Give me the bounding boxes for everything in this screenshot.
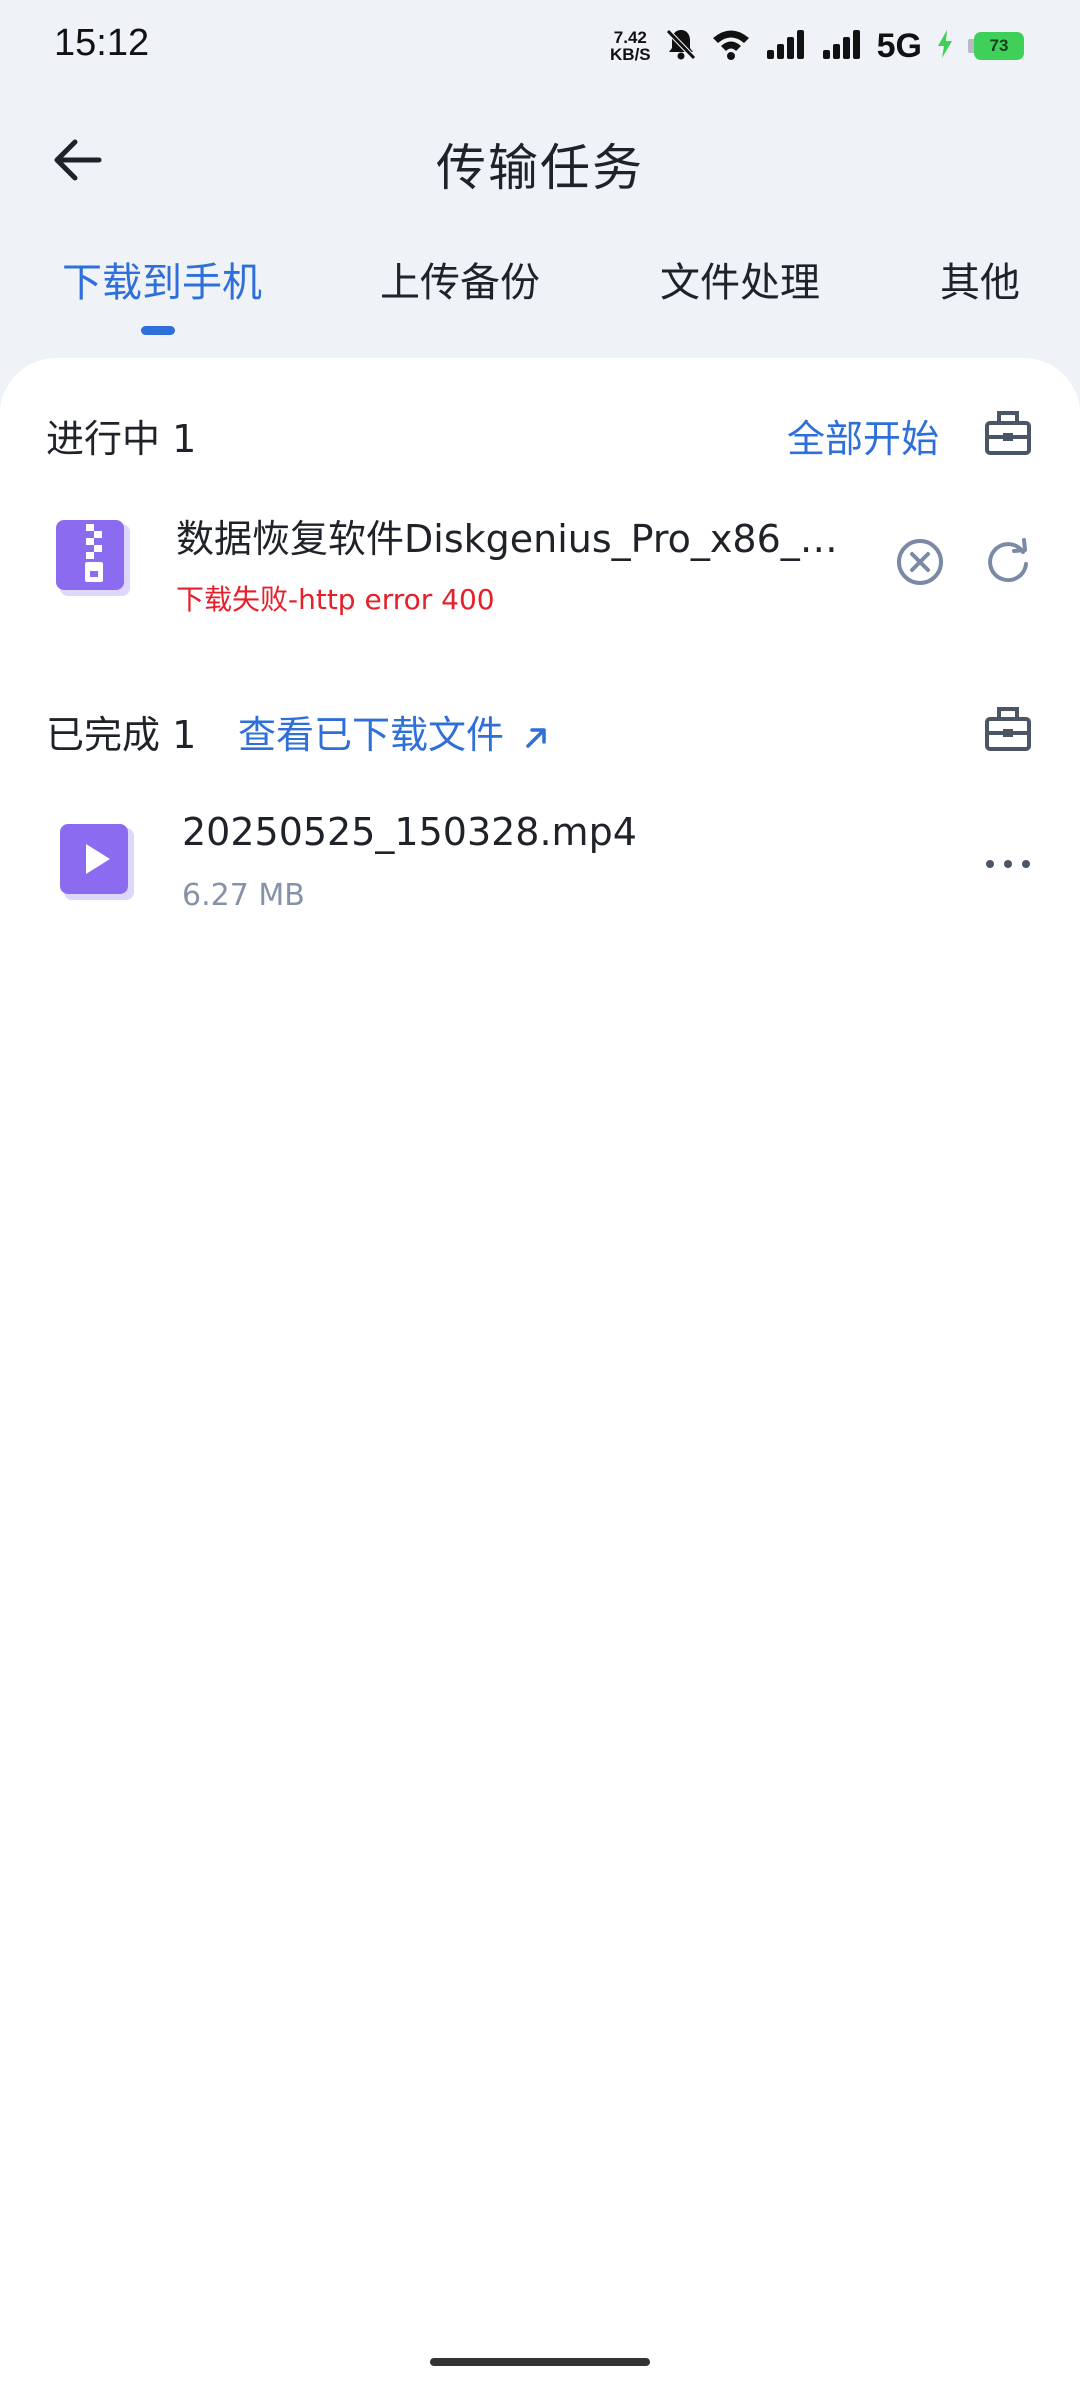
- download-error-status: 下载失败-http error 400: [176, 583, 495, 616]
- file-size: 6.27 MB: [182, 878, 305, 913]
- retry-download-button[interactable]: [980, 534, 1036, 590]
- clear-toolbox-button[interactable]: [978, 402, 1038, 462]
- status-bar: 15:12 7.42 KB/S 5G 73: [0, 0, 1080, 92]
- more-dots-icon: [986, 860, 1030, 868]
- mute-bell-icon: [665, 27, 697, 65]
- clear-completed-button[interactable]: [978, 698, 1038, 758]
- page-title: 传输任务: [436, 139, 644, 197]
- view-downloaded-files-link[interactable]: 查看已下载文件: [238, 704, 550, 759]
- home-indicator[interactable]: [430, 2358, 650, 2366]
- video-file-icon: [60, 824, 134, 900]
- battery-icon: 73: [968, 31, 1028, 61]
- file-name: 20250525_150328.mp4: [182, 810, 637, 854]
- status-icons: 7.42 KB/S 5G 73: [610, 26, 1028, 66]
- completed-title: 已完成 1: [46, 713, 197, 757]
- active-tab-indicator: [141, 326, 175, 335]
- transfer-list-card: 进行中 1 全部开始 数据恢复软件Diskgenius_Pro_x86_5...…: [0, 358, 1080, 2400]
- view-downloaded-files-label: 查看已下载文件: [238, 713, 505, 757]
- signal-icon: [821, 28, 863, 64]
- app-header: 传输任务: [0, 110, 1080, 210]
- arrow-up-right-icon: [526, 727, 546, 748]
- zip-file-icon: [56, 520, 130, 596]
- more-options-button[interactable]: [980, 836, 1036, 892]
- status-time: 15:12: [54, 22, 150, 64]
- charging-icon: [936, 29, 954, 63]
- network-speed: 7.42 KB/S: [610, 29, 651, 63]
- toolbox-icon: [985, 411, 1031, 455]
- tab-upload-backup[interactable]: 上传备份: [380, 250, 540, 308]
- network-type: 5G: [876, 26, 922, 65]
- network-speed-value: 7.42: [613, 28, 647, 47]
- close-circle-icon: [897, 539, 943, 585]
- tab-bar: 下载到手机 上传备份 文件处理 其他: [0, 250, 1080, 340]
- file-name: 数据恢复软件Diskgenius_Pro_x86_5...: [176, 517, 846, 561]
- tab-other[interactable]: 其他: [940, 250, 1020, 308]
- wifi-icon: [711, 28, 751, 64]
- toolbox-icon: [985, 707, 1031, 751]
- start-all-button[interactable]: 全部开始: [787, 408, 939, 463]
- battery-level: 73: [974, 32, 1024, 60]
- in-progress-title: 进行中 1: [46, 417, 197, 461]
- network-speed-unit: KB/S: [610, 45, 651, 64]
- tab-download-to-phone[interactable]: 下载到手机: [62, 250, 262, 308]
- refresh-icon: [988, 538, 1028, 583]
- signal-icon: [765, 28, 807, 64]
- cancel-download-button[interactable]: [892, 534, 948, 590]
- tab-file-processing[interactable]: 文件处理: [660, 250, 820, 308]
